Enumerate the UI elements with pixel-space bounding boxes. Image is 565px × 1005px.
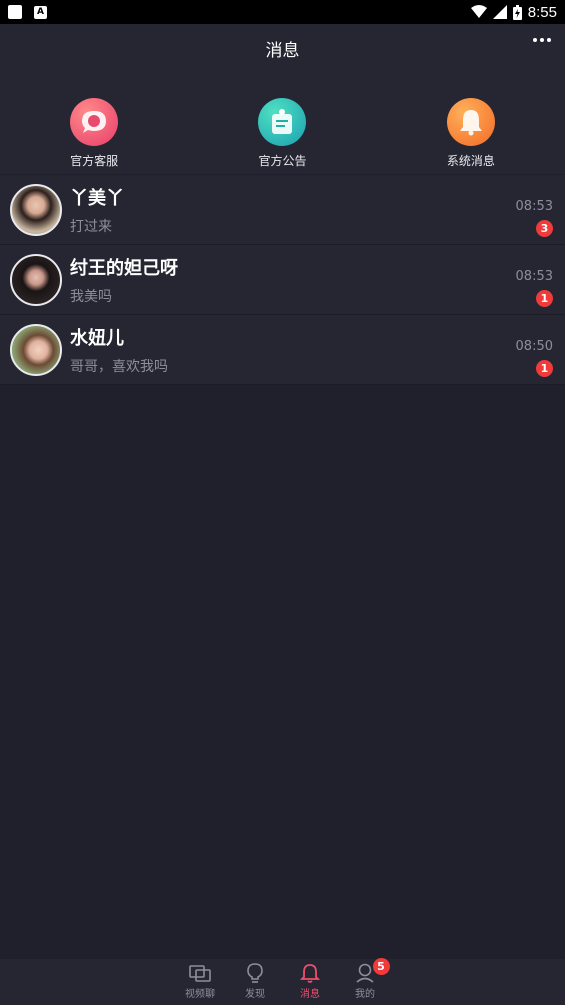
tab-label: 我的 [355, 989, 375, 1000]
signal-icon [492, 5, 507, 19]
last-message: 我美吗 [70, 288, 112, 305]
unread-badge: 1 [536, 290, 553, 307]
page-title: 消息 [265, 40, 300, 61]
status-time: 8:55 [527, 3, 557, 21]
avatar [10, 253, 62, 306]
bell-icon [300, 964, 320, 983]
conversation-row[interactable]: 丫美丫 打过来 08:53 3 [0, 175, 565, 245]
notification-icon [8, 5, 22, 19]
avatar [10, 323, 62, 376]
status-bar: A 8:55 [0, 0, 565, 24]
contact-name: 水妞儿 [70, 327, 124, 349]
last-message: 哥哥，喜欢我吗 [70, 358, 168, 375]
bulb-icon [247, 963, 263, 983]
tab-messages[interactable]: 消息 [294, 959, 327, 1005]
more-icon[interactable] [533, 38, 551, 42]
video-chat-icon [189, 965, 211, 982]
unread-badge: 3 [536, 220, 553, 237]
shortcut-bar: 官方客服 官方公告 系统消息 [0, 72, 565, 174]
conversation-list: 丫美丫 打过来 08:53 3 纣王的妲己呀 我美吗 08:53 1 水妞儿 哥… [0, 175, 565, 385]
bottom-tab-bar: 视频聊 发现 消息 我的 5 [0, 958, 565, 1005]
tab-badge: 5 [372, 958, 390, 975]
tab-label: 消息 [300, 989, 320, 1000]
shortcut-label: 系统消息 [446, 154, 495, 168]
wifi-icon [470, 5, 487, 18]
message-time: 08:50 [515, 339, 553, 354]
tab-label: 视频聊 [185, 989, 215, 1000]
tab-discover[interactable]: 发现 [239, 959, 272, 1005]
shortcut-label: 官方公告 [258, 154, 307, 168]
shortcut-announcement[interactable]: 官方公告 [188, 72, 376, 174]
tab-video-chat[interactable]: 视频聊 [184, 959, 217, 1005]
tab-profile[interactable]: 我的 5 [349, 958, 390, 1005]
last-message: 打过来 [70, 218, 112, 235]
tab-label: 发现 [245, 989, 265, 1000]
unread-badge: 1 [536, 360, 553, 377]
shortcut-customer-service[interactable]: 官方客服 [0, 72, 188, 174]
avatar [10, 183, 62, 236]
customer-service-icon [70, 98, 119, 146]
message-time: 08:53 [515, 269, 553, 284]
battery-icon [512, 4, 522, 20]
bell-icon [446, 98, 495, 146]
header: 消息 [0, 24, 565, 72]
announcement-icon [258, 98, 307, 146]
shortcut-system-messages[interactable]: 系统消息 [377, 72, 565, 174]
conversation-row[interactable]: 纣王的妲己呀 我美吗 08:53 1 [0, 245, 565, 315]
conversation-row[interactable]: 水妞儿 哥哥，喜欢我吗 08:50 1 [0, 315, 565, 385]
contact-name: 纣王的妲己呀 [70, 257, 178, 279]
shortcut-label: 官方客服 [70, 154, 119, 168]
contact-name: 丫美丫 [70, 187, 124, 209]
app-notification-icon: A [34, 5, 47, 19]
message-time: 08:53 [515, 199, 553, 214]
